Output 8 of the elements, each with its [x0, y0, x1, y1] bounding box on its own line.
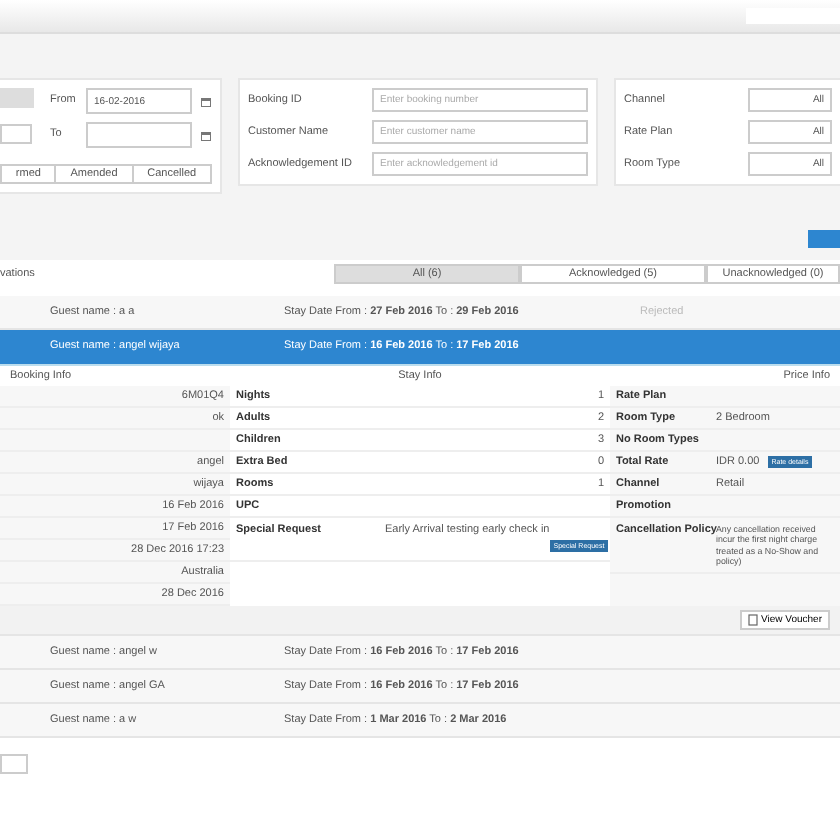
document-icon — [747, 614, 758, 626]
calendar-icon[interactable] — [200, 95, 212, 107]
date-field[interactable] — [86, 122, 192, 148]
page-field[interactable] — [0, 754, 28, 774]
input-field[interactable] — [0, 124, 32, 144]
filter-tab[interactable] — [0, 88, 34, 108]
search-button[interactable] — [808, 230, 840, 248]
calendar-icon[interactable] — [200, 129, 212, 141]
